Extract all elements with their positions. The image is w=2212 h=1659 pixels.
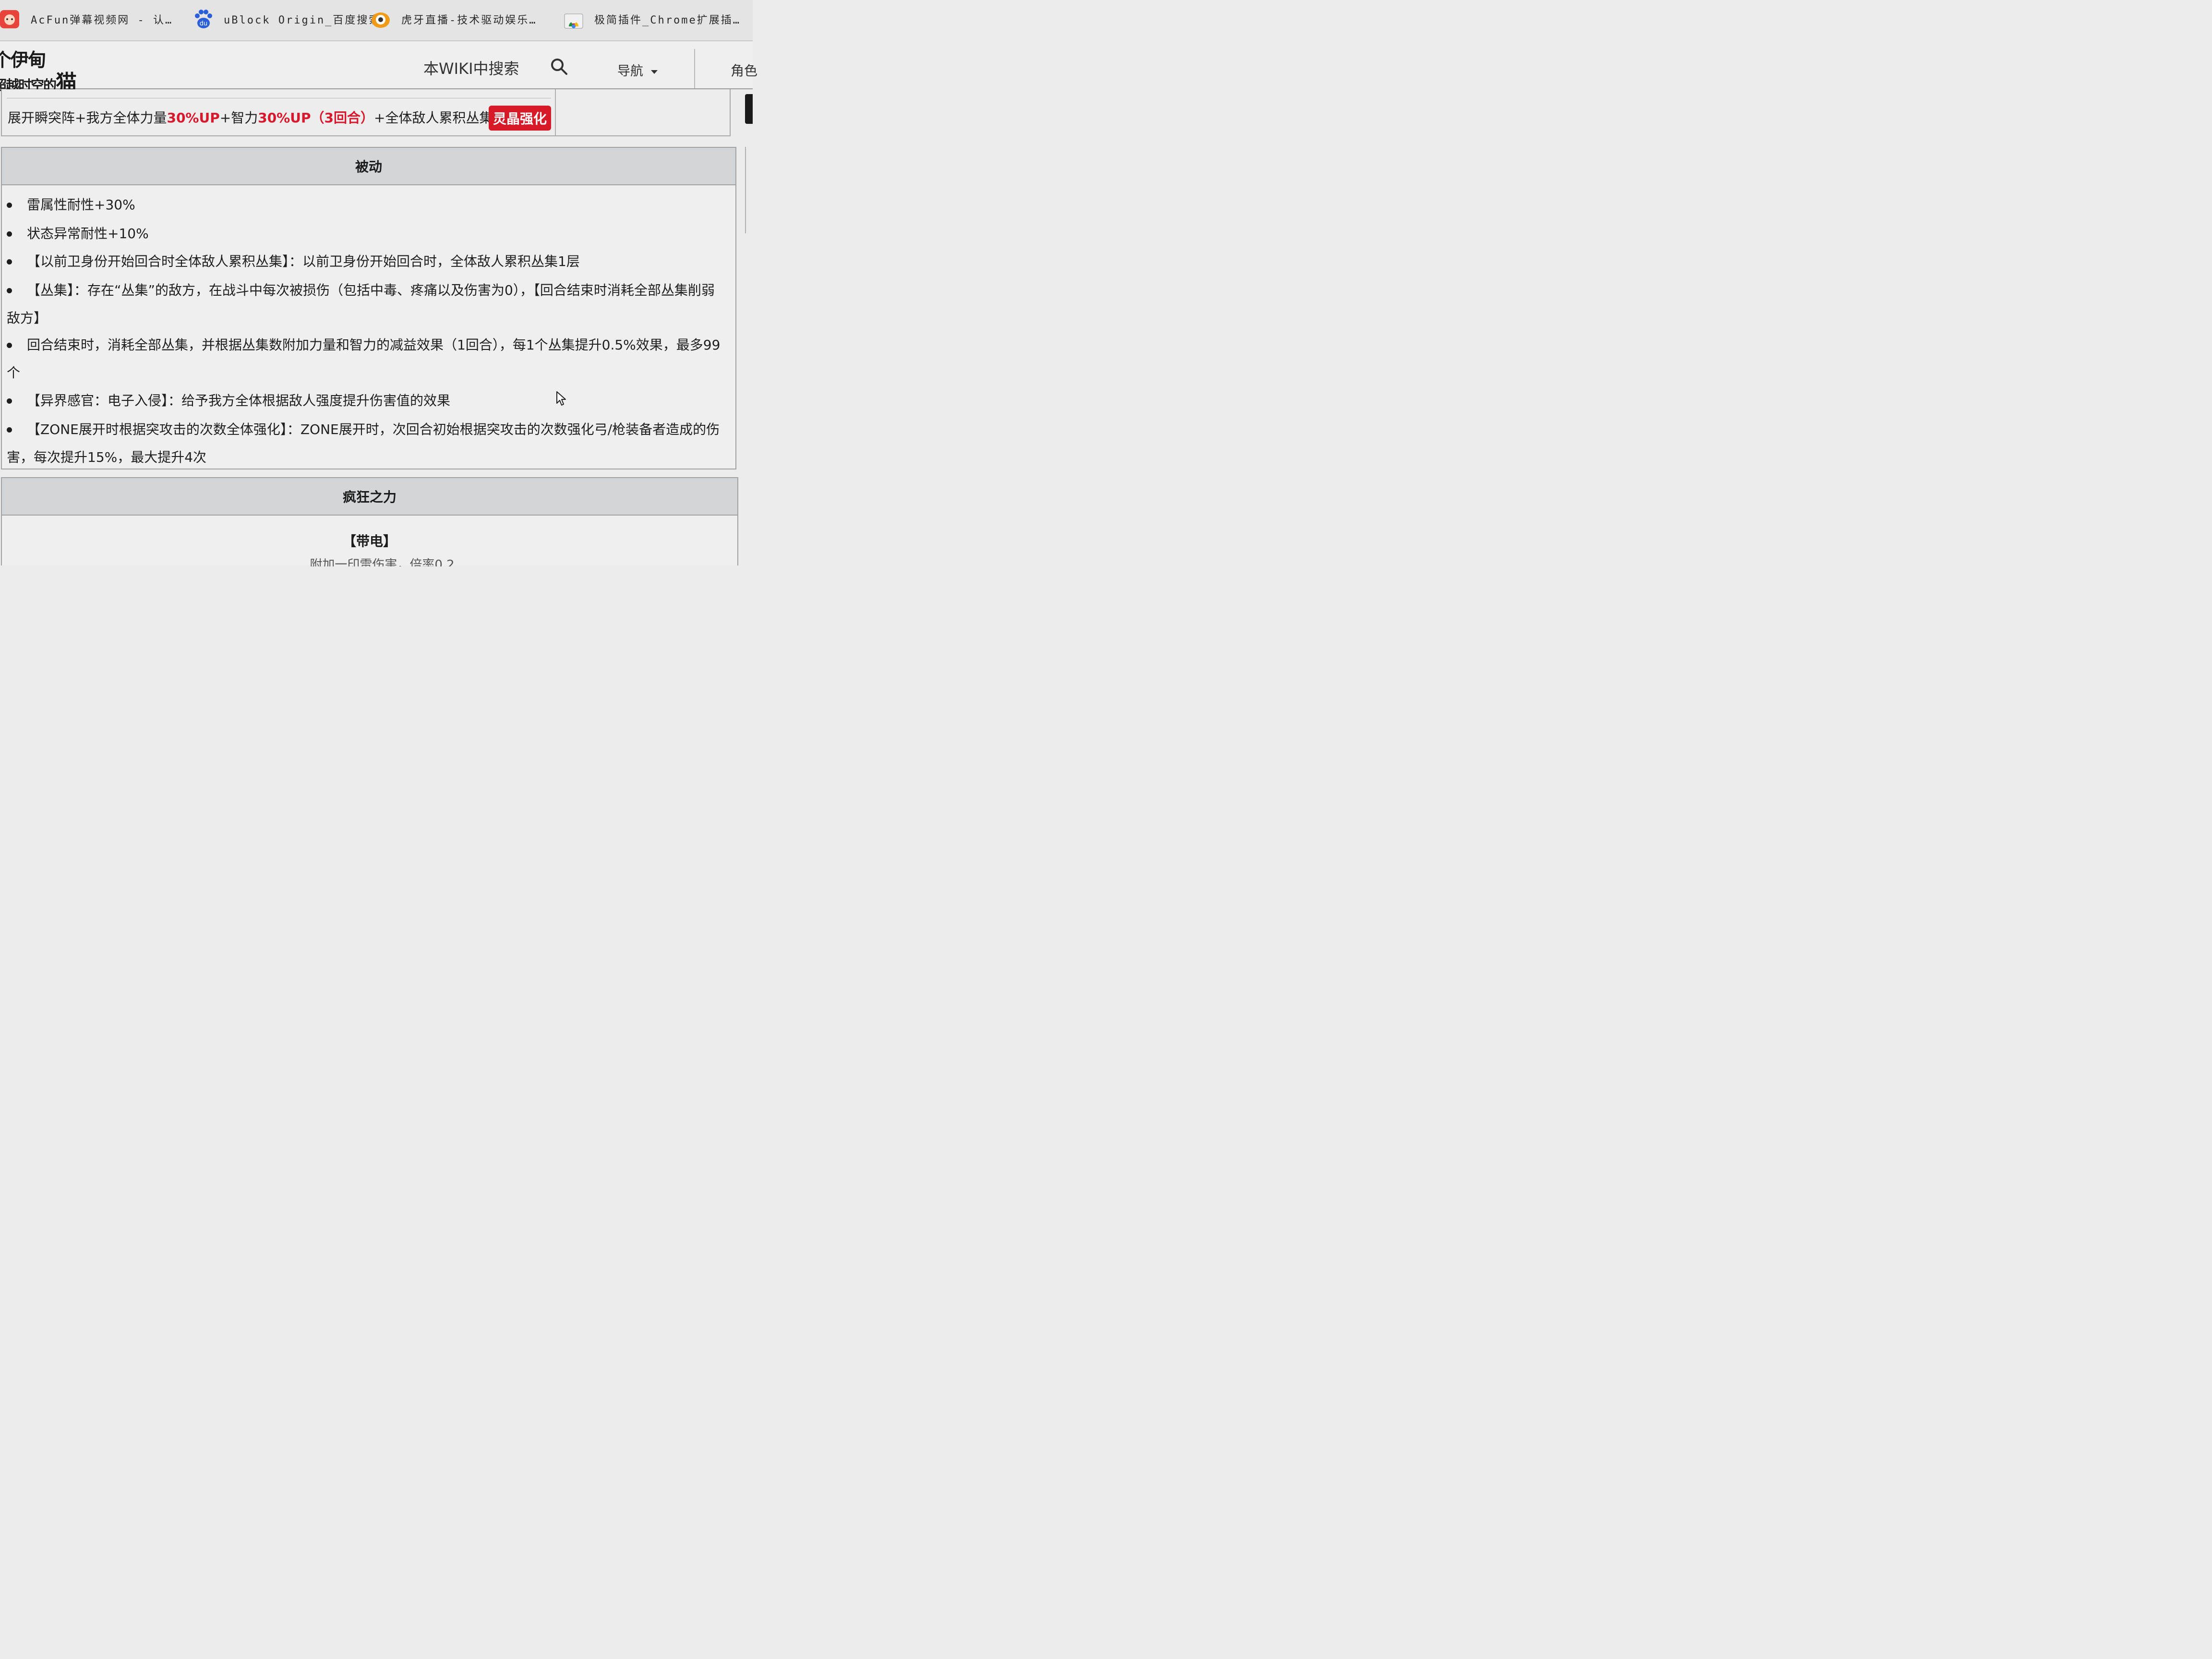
bookmark-chrome-plugins[interactable]: 极简插件_Chrome扩展插… bbox=[564, 4, 741, 35]
bookmarks-bar: AcFun弹幕视频网 - 认… du uBlock Origin_百度搜索 虎牙… bbox=[0, 0, 753, 41]
skill-red2: 30%UP（3回合） bbox=[258, 110, 374, 126]
bookmark-huya[interactable]: 虎牙直播-技术驱动娱乐… bbox=[371, 4, 537, 35]
madness-text: ……附加一印雷伤害，倍率0.2 bbox=[285, 558, 455, 566]
column-divider bbox=[555, 89, 556, 135]
list-item: 回合结束时，消耗全部丛集，并根据丛集数附加力量和智力的减益效果（1回合），每1个… bbox=[7, 337, 721, 381]
header-divider bbox=[694, 49, 695, 88]
site-logo[interactable]: 个伊甸 超越时空的猫 bbox=[0, 44, 99, 95]
huya-icon bbox=[371, 9, 391, 29]
nav-label: 导航 bbox=[617, 64, 643, 79]
main-content: 展开瞬突阵+我方全体力量30%UP+智力30%UP（3回合）+全体敌人累积丛集 … bbox=[1, 89, 738, 566]
bookmark-acfun[interactable]: AcFun弹幕视频网 - 认… bbox=[0, 4, 173, 35]
bullet bbox=[7, 343, 12, 348]
search-icon[interactable] bbox=[550, 58, 568, 76]
spirit-crystal-badge: 灵晶强化 bbox=[489, 106, 551, 131]
chevron-down-icon bbox=[651, 70, 658, 74]
list-item: 状态异常耐性+10% bbox=[7, 220, 727, 248]
bullet bbox=[7, 231, 12, 237]
skill-part2: +智力 bbox=[219, 110, 258, 126]
site-header: 个伊甸 超越时空的猫 本WIKI中搜索 导航 角色 bbox=[0, 41, 757, 95]
sidebar-edge bbox=[745, 147, 754, 233]
madness-subtitle: 【带电】 bbox=[342, 533, 397, 549]
list-item: 【异界感官：电子入侵】：给予我方全体根据敌人强度提升伤害值的效果 bbox=[7, 387, 727, 415]
skill-box: 展开瞬突阵+我方全体力量30%UP+智力30%UP（3回合）+全体敌人累积丛集 … bbox=[1, 89, 731, 136]
skill-part3: +全体敌人累积丛集 bbox=[373, 110, 493, 126]
bullet bbox=[7, 203, 12, 208]
mouse-cursor-icon bbox=[556, 391, 566, 406]
skill-description: 展开瞬突阵+我方全体力量30%UP+智力30%UP（3回合）+全体敌人累积丛集 bbox=[8, 108, 493, 127]
nav-dropdown[interactable]: 导航 bbox=[617, 60, 658, 79]
bookmark-baidu[interactable]: du uBlock Origin_百度搜索 bbox=[193, 4, 381, 35]
bullet bbox=[7, 259, 12, 264]
skill-part1: 展开瞬突阵+我方全体力量 bbox=[8, 110, 167, 126]
list-item: 【以前卫身份开始回合时全体敌人累积丛集】：以前卫身份开始回合时，全体敌人累积丛集… bbox=[7, 248, 727, 276]
bookmark-label: 虎牙直播-技术驱动娱乐… bbox=[401, 14, 537, 26]
skill-red1: 30%UP bbox=[167, 110, 220, 126]
acfun-icon bbox=[0, 9, 20, 29]
baidu-paw-icon: du bbox=[193, 9, 213, 29]
chrome-store-icon bbox=[564, 9, 584, 29]
bookmark-label: uBlock Origin_百度搜索 bbox=[224, 14, 381, 26]
list-item: 【丛集】：存在“丛集”的敌方，在战斗中每次被损伤（包括中毒、疼痛以及伤害为0），… bbox=[7, 282, 715, 326]
bullet bbox=[7, 398, 12, 404]
scrollbar-thumb[interactable] bbox=[745, 94, 753, 124]
list-item: 【ZONE展开时根据突攻击的次数全体强化】：ZONE展开时，次回合初始根据突攻击… bbox=[7, 421, 720, 465]
bullet bbox=[7, 288, 12, 293]
madness-section: 疯狂之力 【带电】 ……附加一印雷伤害，倍率0.2 bbox=[1, 477, 738, 566]
wiki-search-input[interactable]: 本WIKI中搜索 bbox=[423, 57, 519, 79]
bookmark-label: 极简插件_Chrome扩展插… bbox=[594, 14, 741, 26]
nav-role[interactable]: 角色 bbox=[731, 60, 757, 80]
bookmark-label: AcFun弹幕视频网 - 认… bbox=[31, 14, 173, 26]
bullet bbox=[7, 427, 12, 433]
svg-text:du: du bbox=[200, 20, 208, 27]
passive-title: 被动 bbox=[2, 148, 735, 185]
madness-title: 疯狂之力 bbox=[2, 478, 737, 516]
list-item: 雷属性耐性+30% bbox=[7, 191, 727, 219]
passive-section: 被动 雷属性耐性+30% 状态异常耐性+10% 【以前卫身份开始回合时全体敌人累… bbox=[1, 147, 736, 469]
